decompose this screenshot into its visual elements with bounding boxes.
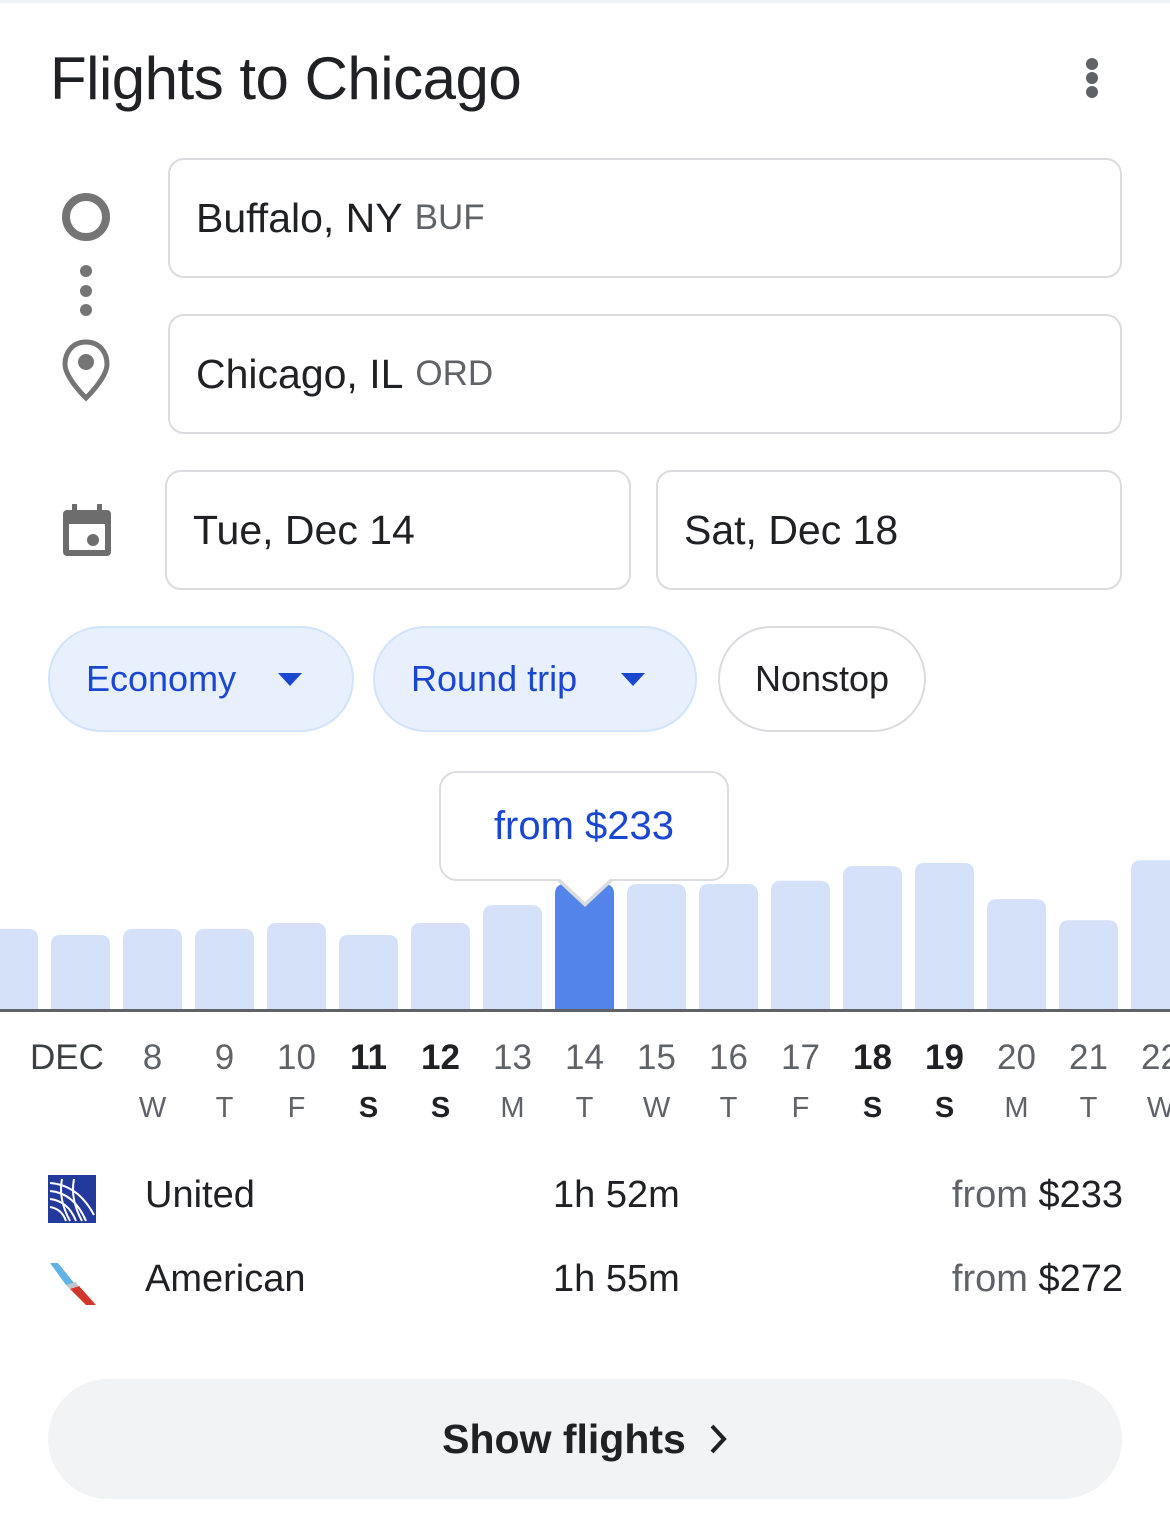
- date-tick-label[interactable]: 19: [909, 1038, 981, 1078]
- weekday-tick-label: S: [430, 1092, 451, 1124]
- location-pin-icon: [62, 339, 110, 402]
- weekday-tick-label: F: [287, 1092, 306, 1124]
- price-bar[interactable]: [411, 922, 470, 1010]
- trip-type-dropdown[interactable]: Round trip: [373, 626, 697, 732]
- origin-city: Buffalo, NY: [196, 194, 403, 241]
- page-title: Flights to Chicago: [50, 45, 522, 112]
- route-icons: [62, 193, 110, 402]
- flight-duration: 1h 55m: [553, 1258, 680, 1300]
- destination-code: ORD: [415, 354, 494, 393]
- dropdown-arrow-icon: [278, 672, 303, 686]
- date-tick-label[interactable]: 17: [765, 1038, 837, 1078]
- date-tick-label[interactable]: 11: [333, 1038, 405, 1078]
- airline-price: from $272: [952, 1258, 1123, 1301]
- price-bar[interactable]: [51, 934, 110, 1010]
- date-tick-label[interactable]: 15: [621, 1038, 693, 1078]
- weekday-tick-label: T: [215, 1092, 234, 1124]
- united-logo-icon: [48, 1175, 96, 1223]
- price-value: $233: [1038, 1174, 1123, 1216]
- weekday-tick-label: W: [642, 1092, 671, 1124]
- dotted-line-icon: [80, 265, 92, 316]
- price-value: $272: [1038, 1258, 1123, 1300]
- dropdown-arrow-icon: [621, 672, 646, 686]
- price-bar[interactable]: [915, 862, 974, 1010]
- airline-name: United: [145, 1174, 255, 1216]
- airline-name: American: [145, 1258, 306, 1300]
- airline-row[interactable]: United 1h 52m from $233: [48, 1168, 1123, 1228]
- dot: [1086, 72, 1098, 84]
- weekday-tick-label: S: [862, 1092, 883, 1124]
- cabin-class-label: Economy: [86, 658, 237, 699]
- dot: [1086, 86, 1098, 98]
- price-bar[interactable]: [987, 899, 1046, 1010]
- show-flights-button[interactable]: Show flights: [48, 1379, 1122, 1499]
- depart-date-field[interactable]: Tue, Dec 14: [165, 470, 631, 590]
- price-bar[interactable]: [339, 934, 398, 1010]
- price-bar[interactable]: [843, 866, 902, 1010]
- airline-price: from $233: [952, 1174, 1123, 1217]
- chart-axis-line: [0, 1009, 1170, 1012]
- origin-circle-icon: [62, 193, 110, 241]
- weekday-tick-label: W: [1146, 1092, 1170, 1124]
- weekday-tick-label: T: [1079, 1092, 1098, 1124]
- more-vert-icon[interactable]: [1072, 54, 1112, 100]
- destination-field[interactable]: Chicago, IL ORD: [168, 314, 1122, 434]
- date-tick-label[interactable]: 8: [117, 1038, 189, 1078]
- date-tick-label[interactable]: 21: [1053, 1038, 1125, 1078]
- price-bar[interactable]: [483, 905, 542, 1010]
- price-bar[interactable]: [123, 928, 182, 1010]
- nonstop-chip[interactable]: Nonstop: [718, 626, 926, 732]
- from-label: from: [951, 1258, 1028, 1300]
- date-tick-label[interactable]: 12: [405, 1038, 477, 1078]
- price-bar[interactable]: [267, 922, 326, 1010]
- month-label: DEC: [30, 1038, 104, 1077]
- depart-date: Tue, Dec 14: [193, 506, 415, 553]
- calendar-icon: [63, 504, 111, 556]
- price-bar[interactable]: [195, 928, 254, 1010]
- top-divider: [0, 0, 1170, 3]
- weekday-tick-label: T: [575, 1092, 594, 1124]
- weekday-tick-label: M: [1004, 1092, 1029, 1124]
- weekday-tick-label: S: [358, 1092, 379, 1124]
- american-logo-icon: [50, 1263, 96, 1305]
- date-tick-label[interactable]: 16: [693, 1038, 765, 1078]
- price-bar[interactable]: [0, 928, 38, 1010]
- destination-city: Chicago, IL: [196, 350, 404, 397]
- price-tooltip: from $233: [439, 771, 729, 881]
- from-label: from: [951, 1174, 1028, 1216]
- price-bar[interactable]: [627, 884, 686, 1010]
- dot: [1086, 58, 1098, 70]
- date-tick-label[interactable]: 20: [981, 1038, 1053, 1078]
- date-tick-label[interactable]: 13: [477, 1038, 549, 1078]
- weekday-tick-label: T: [719, 1092, 738, 1124]
- weekday-tick-label: F: [791, 1092, 810, 1124]
- date-tick-label[interactable]: 14: [549, 1038, 621, 1078]
- return-date: Sat, Dec 18: [684, 506, 899, 553]
- origin-code: BUF: [414, 198, 485, 237]
- flight-duration: 1h 52m: [553, 1174, 680, 1216]
- price-bar[interactable]: [1131, 860, 1170, 1010]
- date-tick-label[interactable]: 22: [1125, 1038, 1170, 1078]
- weekday-tick-label: W: [138, 1092, 167, 1124]
- chevron-right-icon: [710, 1424, 727, 1454]
- price-bar[interactable]: [771, 880, 830, 1010]
- nonstop-label: Nonstop: [754, 658, 890, 699]
- weekday-tick-label: M: [500, 1092, 525, 1124]
- price-bar[interactable]: [699, 884, 758, 1010]
- date-tick-label[interactable]: 9: [189, 1038, 261, 1078]
- origin-field[interactable]: Buffalo, NY BUF: [168, 158, 1122, 278]
- return-date-field[interactable]: Sat, Dec 18: [656, 470, 1122, 590]
- weekday-tick-label: S: [934, 1092, 955, 1124]
- show-flights-label: Show flights: [442, 1415, 686, 1462]
- tooltip-pointer-inner: [558, 877, 612, 902]
- trip-type-label: Round trip: [411, 658, 578, 699]
- price-bar[interactable]: [1059, 920, 1118, 1010]
- cabin-class-dropdown[interactable]: Economy: [48, 626, 354, 732]
- date-tick-label[interactable]: 10: [261, 1038, 333, 1078]
- date-tick-label[interactable]: 18: [837, 1038, 909, 1078]
- airline-row[interactable]: American 1h 55m from $272: [48, 1252, 1123, 1312]
